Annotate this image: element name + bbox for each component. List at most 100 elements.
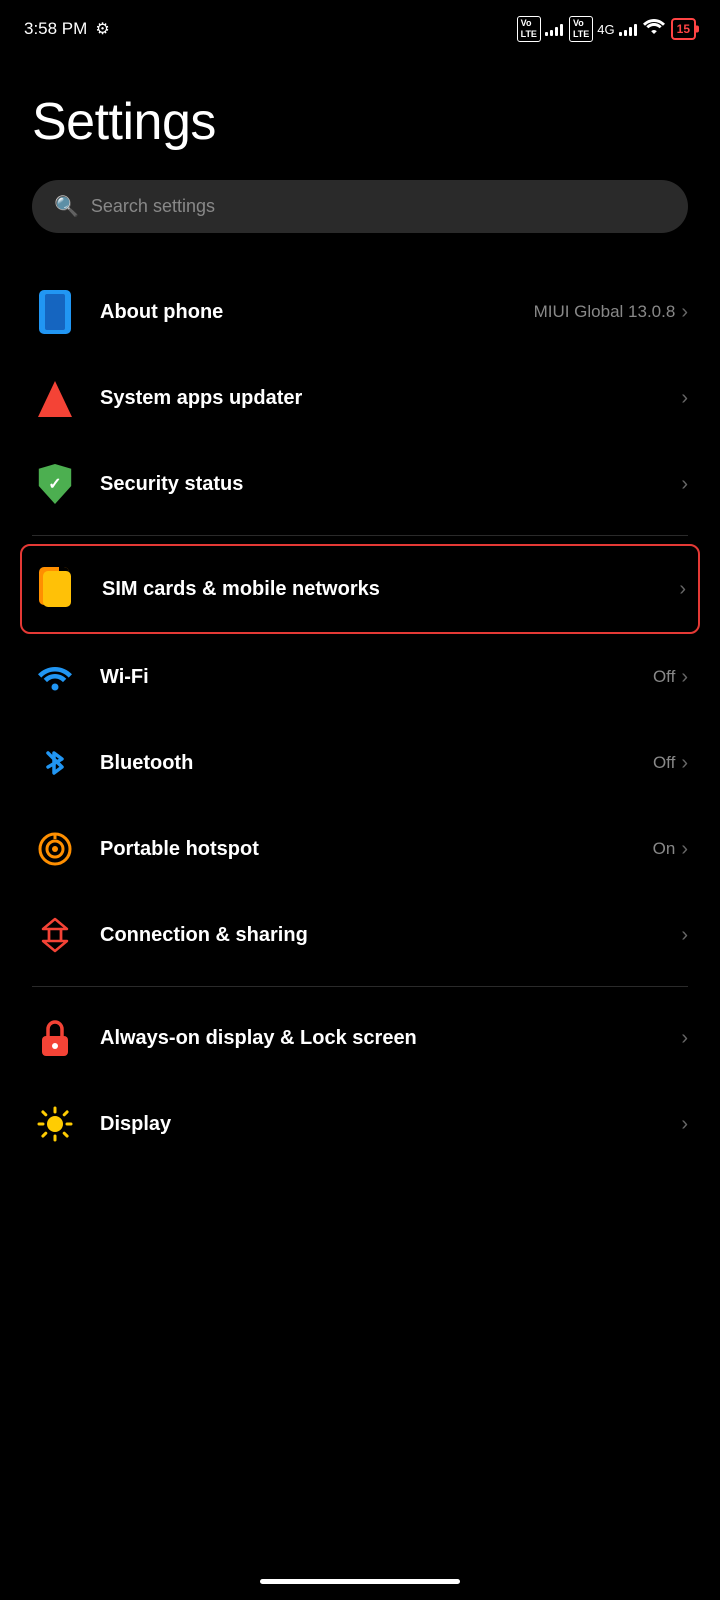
network-type: 4G	[597, 22, 614, 37]
bluetooth-right: Off ›	[653, 752, 688, 775]
network-section: SIM cards & mobile networks › Wi-Fi Off …	[32, 544, 688, 978]
sim-cards-text: SIM cards & mobile networks	[102, 578, 657, 601]
wifi-value: Off	[653, 667, 675, 687]
sim-card-icon	[39, 567, 75, 611]
security-shield-icon: ✓	[37, 464, 73, 504]
divider-2	[32, 986, 688, 987]
lock-screen-chevron: ›	[681, 1027, 688, 1050]
time-display: 3:58 PM	[24, 19, 87, 39]
signal-group-2: VoLTE 4G	[569, 16, 637, 42]
security-status-chevron: ›	[681, 473, 688, 496]
wifi-settings-icon	[37, 659, 73, 695]
about-phone-text: About phone	[100, 301, 512, 324]
wifi-right: Off ›	[653, 666, 688, 689]
sim-cards-chevron: ›	[679, 578, 686, 601]
main-content: Settings 🔍 Search settings About phone M…	[0, 52, 720, 1157]
system-apps-text: System apps updater	[100, 387, 659, 410]
sim-cards-right: ›	[679, 578, 686, 601]
connection-sharing-text: Connection & sharing	[100, 924, 659, 947]
about-phone-value: MIUI Global 13.0.8	[534, 302, 676, 322]
shield-checkmark: ✓	[48, 474, 61, 494]
volte-badge-2: VoLTE	[569, 16, 593, 42]
signal-group-1: VoLTE	[517, 16, 563, 42]
battery-level: 15	[677, 22, 690, 36]
connection-icon	[37, 917, 73, 953]
divider-1	[32, 535, 688, 536]
bottom-nav-bar	[260, 1559, 460, 1584]
wifi-label: Wi-Fi	[100, 666, 149, 688]
connection-sharing-item[interactable]: Connection & sharing ›	[32, 892, 688, 978]
system-apps-chevron: ›	[681, 387, 688, 410]
display-text: Display	[100, 1113, 659, 1136]
hotspot-icon	[37, 831, 73, 867]
wifi-status-icon	[643, 18, 665, 41]
system-apps-updater-item[interactable]: System apps updater ›	[32, 355, 688, 441]
about-phone-item[interactable]: About phone MIUI Global 13.0.8 ›	[32, 269, 688, 355]
top-section: About phone MIUI Global 13.0.8 › System …	[32, 269, 688, 527]
wifi-icon-wrapper	[32, 654, 78, 700]
connection-icon-wrapper	[32, 912, 78, 958]
display-item[interactable]: Display ›	[32, 1081, 688, 1157]
security-status-text: Security status	[100, 473, 659, 496]
status-bar-right: VoLTE VoLTE 4G	[517, 16, 696, 42]
wifi-text: Wi-Fi	[100, 666, 631, 689]
lock-icon-wrapper	[32, 1015, 78, 1061]
lock-screen-right: ›	[681, 1027, 688, 1050]
system-apps-label: System apps updater	[100, 387, 302, 409]
signal-bars-1	[545, 22, 563, 36]
connection-sharing-chevron: ›	[681, 924, 688, 947]
about-phone-icon	[37, 290, 73, 334]
status-bar-left: 3:58 PM ⚙	[24, 19, 110, 39]
settings-gear-icon: ⚙	[95, 19, 109, 39]
connection-sharing-right: ›	[681, 924, 688, 947]
bluetooth-item[interactable]: Bluetooth Off ›	[32, 720, 688, 806]
home-indicator	[260, 1579, 460, 1584]
sim-icon-wrapper	[34, 566, 80, 612]
display-right: ›	[681, 1113, 688, 1136]
display-section: Always-on display & Lock screen ›	[32, 995, 688, 1157]
security-status-item[interactable]: ✓ Security status ›	[32, 441, 688, 527]
hotspot-label: Portable hotspot	[100, 838, 259, 860]
hotspot-icon-wrapper	[32, 826, 78, 872]
bluetooth-chevron: ›	[681, 752, 688, 775]
wifi-item[interactable]: Wi-Fi Off ›	[32, 634, 688, 720]
sim-cards-label: SIM cards & mobile networks	[102, 578, 380, 600]
security-status-label: Security status	[100, 473, 243, 495]
display-icon-wrapper	[32, 1101, 78, 1147]
lock-screen-text: Always-on display & Lock screen	[100, 1024, 659, 1052]
about-phone-icon-wrapper	[32, 289, 78, 335]
update-icon-wrapper	[32, 375, 78, 421]
bluetooth-text: Bluetooth	[100, 752, 631, 775]
hotspot-value: On	[653, 839, 676, 859]
display-chevron: ›	[681, 1113, 688, 1136]
status-bar: 3:58 PM ⚙ VoLTE VoLTE 4G	[0, 0, 720, 52]
display-label: Display	[100, 1113, 171, 1135]
hotspot-chevron: ›	[681, 838, 688, 861]
volte-badge-1: VoLTE	[517, 16, 541, 42]
about-phone-label: About phone	[100, 301, 223, 323]
update-svg-icon	[38, 379, 72, 417]
search-placeholder: Search settings	[91, 196, 215, 217]
about-phone-right: MIUI Global 13.0.8 ›	[534, 301, 688, 324]
sim-cards-item[interactable]: SIM cards & mobile networks ›	[20, 544, 700, 634]
wifi-chevron: ›	[681, 666, 688, 689]
update-arrow-icon	[37, 378, 73, 418]
display-icon	[37, 1106, 73, 1142]
connection-sharing-label: Connection & sharing	[100, 924, 308, 946]
page-title: Settings	[32, 92, 688, 152]
about-phone-chevron: ›	[681, 301, 688, 324]
lock-screen-item[interactable]: Always-on display & Lock screen ›	[32, 995, 688, 1081]
security-status-right: ›	[681, 473, 688, 496]
hotspot-right: On ›	[653, 838, 688, 861]
search-icon: 🔍	[54, 194, 79, 219]
signal-bars-2	[619, 22, 637, 36]
bluetooth-icon	[40, 745, 70, 781]
system-apps-right: ›	[681, 387, 688, 410]
search-bar[interactable]: 🔍 Search settings	[32, 180, 688, 233]
hotspot-item[interactable]: Portable hotspot On ›	[32, 806, 688, 892]
bluetooth-label: Bluetooth	[100, 752, 193, 774]
hotspot-text: Portable hotspot	[100, 838, 631, 861]
lock-icon	[38, 1018, 72, 1058]
battery-indicator: 15	[671, 18, 696, 40]
bluetooth-value: Off	[653, 753, 675, 773]
